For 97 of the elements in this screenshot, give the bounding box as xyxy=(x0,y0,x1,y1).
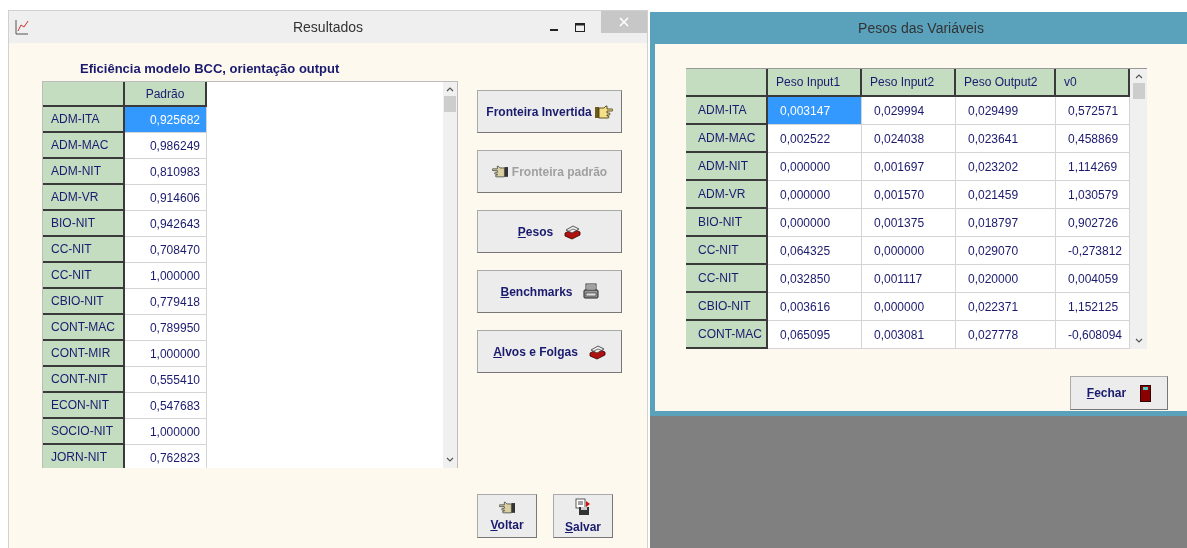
table-cell: 0,001570 xyxy=(862,181,956,209)
table-cell: 0,942643 xyxy=(125,211,207,237)
table-cell: 0,023202 xyxy=(956,153,1056,181)
scroll-down-icon[interactable] xyxy=(446,457,454,462)
table-cell: 0,020000 xyxy=(956,265,1056,293)
row-header: CONT-MAC xyxy=(686,321,768,349)
row-header: ADM-MAC xyxy=(686,125,768,153)
table-cell: 0,762823 xyxy=(125,445,207,468)
row-header: ADM-NIT xyxy=(686,153,768,181)
pointing-hand-icon xyxy=(594,104,613,119)
action-button[interactable]: Voltar xyxy=(477,494,537,538)
row-header: CONT-MAC xyxy=(43,315,125,341)
table-cell: 0,065095 xyxy=(768,321,862,349)
table-cell: 1,000000 xyxy=(125,419,207,445)
row-header: ECON-NIT xyxy=(43,393,125,419)
results-heading: Eficiência modelo BCC, orientação output xyxy=(80,61,341,78)
scrollbar[interactable] xyxy=(1130,69,1147,349)
window-title: Pesos das Variáveis xyxy=(857,19,985,38)
table-cell: 0,003147 xyxy=(768,97,862,125)
table-cell: 1,000000 xyxy=(125,341,207,367)
table-cell: 0,001697 xyxy=(862,153,956,181)
table-cell: 0,003081 xyxy=(862,321,956,349)
scroll-thumb[interactable] xyxy=(1132,83,1145,99)
row-header: BIO-NIT xyxy=(686,209,768,237)
row-header: SOCIO-NIT xyxy=(43,419,125,445)
window-title: Resultados xyxy=(292,19,363,35)
column-header: v0 xyxy=(1056,69,1130,97)
table-cell: 0,027778 xyxy=(956,321,1056,349)
row-header: CBIO-NIT xyxy=(43,289,125,315)
row-header: CBIO-NIT xyxy=(686,293,768,321)
table-cell: 0,018797 xyxy=(956,209,1056,237)
row-header: CONT-MIR xyxy=(43,341,125,367)
table-cell: 0,000000 xyxy=(768,181,862,209)
row-header: ADM-MAC xyxy=(43,133,125,159)
table-cell: 0,000000 xyxy=(862,237,956,265)
table-cell: 0,029994 xyxy=(862,97,956,125)
table-cell: 0,002522 xyxy=(768,125,862,153)
action-button[interactable]: Benchmarks xyxy=(477,270,622,313)
table-cell: 0,000000 xyxy=(768,209,862,237)
table-cell: 0,914606 xyxy=(125,185,207,211)
table-cell: 0,064325 xyxy=(768,237,862,265)
table-cell: 0,925682 xyxy=(125,107,207,133)
pointing-hand-icon xyxy=(499,500,515,514)
app-icon xyxy=(15,19,29,35)
scroll-up-icon[interactable] xyxy=(1134,74,1143,79)
table-cell: 0,547683 xyxy=(125,393,207,419)
table-cell: 0,810983 xyxy=(125,159,207,185)
table-cell: 0,000000 xyxy=(862,293,956,321)
column-header: Peso Output2 xyxy=(956,69,1056,97)
close-button[interactable]: Fechar xyxy=(1070,376,1168,410)
table-cell: 1,000000 xyxy=(125,263,207,289)
column-header: Peso Input1 xyxy=(768,69,862,97)
table-cell: 0,708470 xyxy=(125,237,207,263)
action-button[interactable]: Fronteira Invertida xyxy=(477,90,622,133)
row-header: CC-NIT xyxy=(43,237,125,263)
row-header: ADM-ITA xyxy=(686,97,768,125)
table-cell: 0,003616 xyxy=(768,293,862,321)
row-header: ADM-VR xyxy=(43,185,125,211)
printer-icon xyxy=(582,283,599,300)
scroll-down-icon[interactable] xyxy=(1134,338,1143,343)
action-button[interactable]: Alvos e Folgas xyxy=(477,330,622,373)
table-cell: 0,001375 xyxy=(862,209,956,237)
table-cell: 0,555410 xyxy=(125,367,207,393)
table-cell: 0,789950 xyxy=(125,315,207,341)
row-header: CONT-NIT xyxy=(43,367,125,393)
stack-icon xyxy=(563,223,582,240)
row-header: ADM-NIT xyxy=(43,159,125,185)
row-header: BIO-NIT xyxy=(43,211,125,237)
action-button[interactable]: Pesos xyxy=(477,210,622,253)
table-cell: 0,021459 xyxy=(956,181,1056,209)
table-cell: 0,779418 xyxy=(125,289,207,315)
door-icon xyxy=(1140,384,1152,402)
scroll-thumb[interactable] xyxy=(444,96,456,112)
table-cell: 0,023641 xyxy=(956,125,1056,153)
column-header: Peso Input2 xyxy=(862,69,956,97)
row-header: CC-NIT xyxy=(686,265,768,293)
table-cell: 0,024038 xyxy=(862,125,956,153)
scrollbar[interactable] xyxy=(443,82,457,468)
table-cell: 0,022371 xyxy=(956,293,1056,321)
table-cell: 0,029070 xyxy=(956,237,1056,265)
maximize-icon[interactable] xyxy=(575,23,585,33)
save-icon xyxy=(575,498,591,516)
column-header: Padrão xyxy=(125,82,207,107)
row-header: CC-NIT xyxy=(686,237,768,265)
table-cell: 0,001117 xyxy=(862,265,956,293)
row-header: ADM-ITA xyxy=(43,107,125,133)
row-header: ADM-VR xyxy=(686,181,768,209)
action-button[interactable]: Salvar xyxy=(553,494,613,538)
stack-icon xyxy=(587,343,606,360)
table-cell: 0,029499 xyxy=(956,97,1056,125)
table-cell: 0,000000 xyxy=(768,153,862,181)
row-header: CC-NIT xyxy=(43,263,125,289)
row-header: JORN-NIT xyxy=(43,445,125,468)
table-cell: 0,032850 xyxy=(768,265,862,293)
table-cell: 0,986249 xyxy=(125,133,207,159)
scroll-up-icon[interactable] xyxy=(446,87,454,92)
pointing-hand-icon xyxy=(491,165,508,178)
